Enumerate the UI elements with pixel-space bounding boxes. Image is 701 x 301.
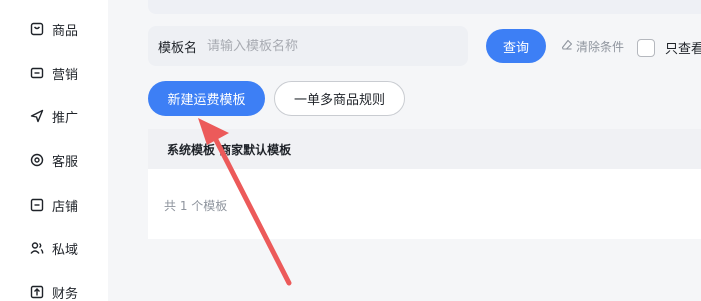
view-only-checkbox[interactable] xyxy=(637,38,655,57)
view-only-label: 只查看 xyxy=(665,42,701,57)
sidebar-item-shop[interactable]: 店铺 xyxy=(30,195,78,215)
template-count: 共 1 个模板 xyxy=(164,199,228,213)
sidebar-item-label: 商品 xyxy=(52,23,79,39)
sidebar-item-promotion[interactable]: 推广 xyxy=(30,106,78,126)
marketing-icon xyxy=(30,66,44,80)
sidebar: 商品 营销 推广 客服 店铺 私域 财务 xyxy=(0,0,108,301)
template-name-label: 模板名 xyxy=(158,40,198,56)
product-icon xyxy=(30,22,44,36)
template-table-header: 系统模板 商家默认模板 xyxy=(148,129,701,169)
promotion-icon xyxy=(30,109,44,123)
sidebar-item-finance[interactable]: 财务 xyxy=(30,282,78,301)
shop-icon xyxy=(30,198,44,212)
clear-filters-button[interactable]: 清除条件 xyxy=(561,38,624,54)
sidebar-item-products[interactable]: 商品 xyxy=(30,19,78,39)
clear-filters-label: 清除条件 xyxy=(576,39,625,54)
multi-product-rule-button[interactable]: 一单多商品规则 xyxy=(274,81,405,116)
top-panel xyxy=(148,0,701,14)
template-name-input[interactable] xyxy=(207,38,408,54)
sidebar-item-label: 营销 xyxy=(52,67,79,83)
template-table-body: 共 1 个模板 xyxy=(148,169,701,239)
private-domain-icon xyxy=(30,241,44,255)
view-only-option[interactable]: 只查看 xyxy=(637,38,701,57)
sidebar-item-customer-service[interactable]: 客服 xyxy=(30,150,78,170)
sidebar-item-private-domain[interactable]: 私域 xyxy=(30,238,78,258)
main-content: 模板名 查询 清除条件 只查看 新建运费模板 一单多商品规则 系统模板 商家默认… xyxy=(108,0,701,301)
sidebar-item-label: 店铺 xyxy=(52,199,79,215)
template-tabs: 系统模板 商家默认模板 xyxy=(167,142,292,157)
eraser-icon xyxy=(561,39,573,54)
sidebar-item-label: 私域 xyxy=(52,242,79,258)
new-shipping-template-button[interactable]: 新建运费模板 xyxy=(148,81,265,116)
finance-icon xyxy=(30,285,44,299)
query-button[interactable]: 查询 xyxy=(486,29,546,63)
customer-service-icon xyxy=(30,153,44,167)
sidebar-item-label: 财务 xyxy=(52,286,79,301)
sidebar-item-marketing[interactable]: 营销 xyxy=(30,63,78,83)
sidebar-item-label: 客服 xyxy=(52,154,79,170)
sidebar-item-label: 推广 xyxy=(52,110,79,126)
template-name-filter: 模板名 xyxy=(148,26,468,66)
